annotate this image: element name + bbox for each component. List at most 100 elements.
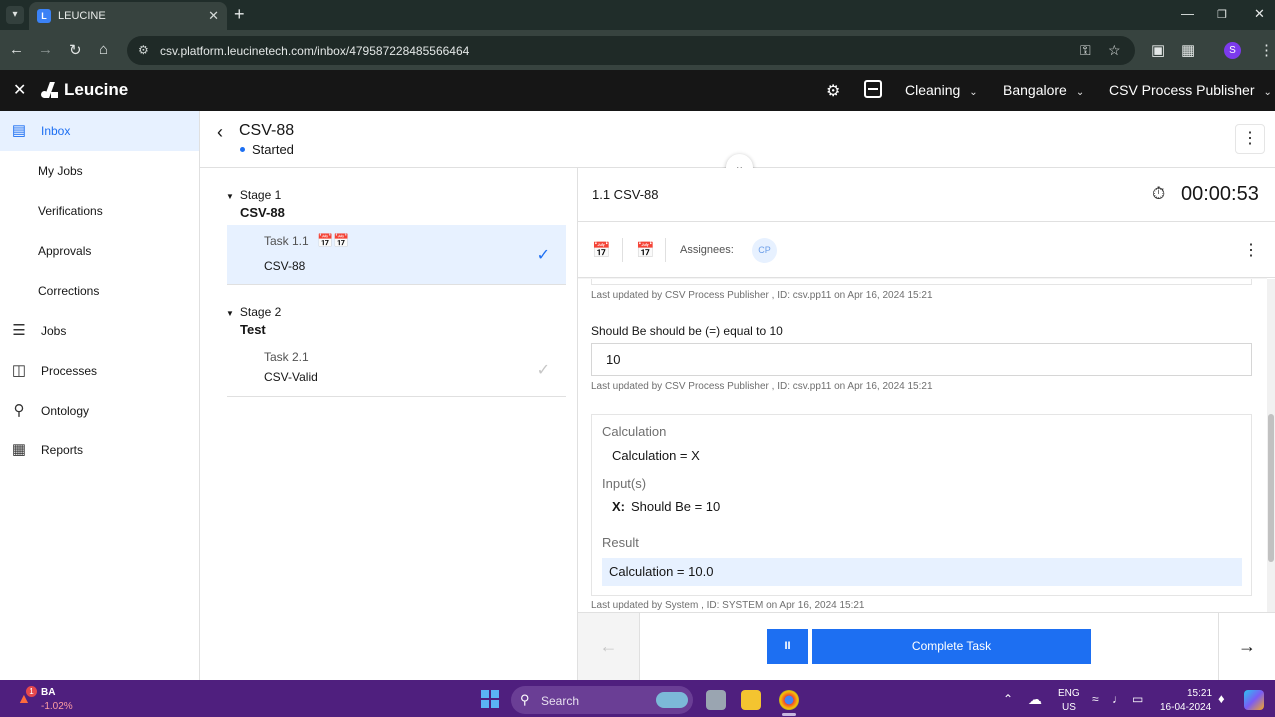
stopwatch-icon: ⏱ bbox=[1152, 184, 1166, 203]
location-dropdown[interactable]: Bangalore ⌄ bbox=[1003, 82, 1084, 98]
sidebar-item-verifications[interactable]: Verifications bbox=[0, 191, 199, 231]
wifi-icon[interactable]: ≈ bbox=[1092, 692, 1099, 706]
home-icon[interactable]: ⌂ bbox=[99, 41, 108, 58]
calculator-icon: ▦ bbox=[11, 441, 27, 458]
task-name: CSV-Valid bbox=[264, 370, 318, 384]
pause-button[interactable]: II bbox=[767, 629, 808, 664]
stage-1[interactable]: ▼ Stage 1 CSV-88 bbox=[226, 188, 285, 220]
task-view-icon[interactable] bbox=[706, 690, 726, 710]
windows-start-icon[interactable] bbox=[481, 690, 499, 708]
task-label: Task 1.1 bbox=[264, 234, 309, 248]
stage-label: Stage 2 bbox=[239, 305, 282, 319]
result-value: Calculation = 10.0 bbox=[602, 558, 1242, 586]
caret-down-icon: ▼ bbox=[226, 309, 234, 318]
task-1-1[interactable]: Task 1.1 📅📅 CSV-88 ✓ bbox=[227, 225, 566, 285]
extensions-icon[interactable]: ▦ bbox=[1181, 41, 1195, 59]
avatar[interactable]: CP bbox=[752, 238, 777, 263]
sidebar: ▤ Inbox My Jobs Verifications Approvals … bbox=[0, 111, 200, 680]
task-2-1[interactable]: Task 2.1 CSV-Valid ✓ bbox=[227, 342, 566, 397]
task-label: Task 2.1 bbox=[264, 350, 309, 364]
scrollbar-thumb[interactable] bbox=[1268, 414, 1274, 562]
role-dropdown[interactable]: CSV Process Publisher ⌄ bbox=[1109, 82, 1272, 98]
site-info-icon[interactable]: ⚙ bbox=[138, 43, 149, 57]
brand-logo: Leucine bbox=[40, 80, 128, 100]
more-options-icon[interactable]: ⋮ bbox=[1243, 240, 1259, 260]
sidebar-item-label: Approvals bbox=[38, 244, 92, 258]
task-timer: 00:00:53 bbox=[1181, 183, 1259, 205]
stock-name[interactable]: BA bbox=[41, 687, 55, 698]
maximize-icon[interactable]: ❐ bbox=[1217, 8, 1227, 21]
sidebar-item-inbox[interactable]: ▤ Inbox bbox=[0, 111, 199, 151]
location-dropdown-label: Bangalore bbox=[1003, 82, 1067, 98]
sidebar-item-ontology[interactable]: ⚲ Ontology bbox=[0, 391, 199, 431]
check-icon: ✓ bbox=[536, 362, 550, 379]
check-icon: ✓ bbox=[536, 247, 550, 264]
bell-icon[interactable]: ♦ bbox=[1218, 691, 1225, 706]
sidebar-item-jobs[interactable]: ☰ Jobs bbox=[0, 311, 199, 351]
facility-dropdown[interactable]: Cleaning ⌄ bbox=[905, 82, 978, 98]
inputs-heading: Input(s) bbox=[602, 476, 647, 491]
sidebar-item-corrections[interactable]: Corrections bbox=[0, 271, 199, 311]
language-primary[interactable]: ENG bbox=[1058, 688, 1080, 699]
chevron-down-icon: ⌄ bbox=[969, 87, 978, 98]
calendar-icon[interactable]: 📅 bbox=[592, 241, 611, 259]
search-highlight-icon[interactable] bbox=[656, 692, 688, 708]
previous-task-button[interactable]: ← bbox=[578, 613, 640, 680]
input-variable: X: bbox=[612, 499, 625, 514]
field-label: Should Be should be (=) equal to 10 bbox=[591, 324, 783, 338]
profile-avatar[interactable]: S bbox=[1224, 42, 1241, 59]
volume-icon[interactable]: ♩ bbox=[1112, 692, 1124, 706]
sidebar-item-reports[interactable]: ▦ Reports bbox=[0, 430, 199, 470]
status-badge: Started bbox=[240, 142, 294, 157]
reload-icon[interactable]: ↻ bbox=[69, 41, 82, 59]
camera-icon[interactable]: ▣ bbox=[1151, 41, 1165, 59]
address-bar[interactable]: ⚙ csv.platform.leucinetech.com/inbox/479… bbox=[127, 36, 1135, 65]
chevron-down-icon: ⌄ bbox=[1263, 87, 1272, 98]
copilot-icon[interactable] bbox=[1244, 690, 1264, 710]
back-icon[interactable]: ← bbox=[9, 41, 24, 58]
sidebar-item-processes[interactable]: ◫ Processes bbox=[0, 351, 199, 391]
status-text: Started bbox=[252, 142, 294, 157]
clock-time[interactable]: 15:21 bbox=[1187, 688, 1212, 699]
stage-2[interactable]: ▼ Stage 2 Test bbox=[226, 305, 281, 337]
new-tab-icon[interactable]: + bbox=[234, 4, 245, 25]
sidebar-item-label: Verifications bbox=[38, 204, 103, 218]
calculation-heading: Calculation bbox=[602, 424, 667, 439]
clipboard-icon: ☰ bbox=[12, 322, 26, 339]
forward-icon[interactable]: → bbox=[38, 41, 53, 58]
cloud-icon[interactable]: ☁ bbox=[1028, 691, 1042, 708]
scan-icon[interactable] bbox=[864, 80, 882, 98]
battery-icon[interactable]: ▭ bbox=[1132, 692, 1143, 706]
close-icon[interactable]: ✕ bbox=[13, 80, 26, 100]
previous-field-box bbox=[591, 279, 1252, 285]
tab-menu-icon[interactable]: ▾ bbox=[6, 6, 24, 24]
role-dropdown-label: CSV Process Publisher bbox=[1109, 82, 1255, 98]
sidebar-item-label: Ontology bbox=[41, 404, 90, 418]
file-explorer-icon[interactable] bbox=[741, 690, 761, 710]
task-name: CSV-88 bbox=[264, 259, 306, 273]
brand-name: Leucine bbox=[64, 80, 129, 99]
divider bbox=[622, 238, 623, 262]
should-be-input[interactable]: 10 bbox=[591, 343, 1252, 376]
calendar-clock-icon[interactable]: 📅 bbox=[636, 241, 655, 259]
more-options-button[interactable]: ⋮ bbox=[1235, 124, 1265, 154]
sidebar-item-my-jobs[interactable]: My Jobs bbox=[0, 151, 199, 191]
browser-tab[interactable]: L LEUCINE ✕ bbox=[29, 2, 227, 30]
close-icon[interactable]: ✕ bbox=[1254, 6, 1265, 22]
more-icon[interactable]: ⋮ bbox=[1259, 41, 1274, 59]
close-icon[interactable]: ✕ bbox=[208, 8, 219, 24]
last-updated-text: Last updated by CSV Process Publisher , … bbox=[591, 290, 933, 301]
minimize-icon[interactable]: — bbox=[1181, 6, 1194, 21]
gear-icon[interactable]: ⚙ bbox=[826, 81, 840, 101]
next-task-button[interactable]: → bbox=[1218, 613, 1275, 680]
key-icon[interactable]: ⚿ bbox=[1080, 42, 1091, 59]
sidebar-item-label: Inbox bbox=[41, 124, 71, 138]
url-text: csv.platform.leucinetech.com/inbox/47958… bbox=[160, 44, 470, 58]
chrome-icon[interactable] bbox=[779, 690, 799, 710]
star-icon[interactable]: ☆ bbox=[1108, 42, 1121, 59]
sidebar-item-approvals[interactable]: Approvals bbox=[0, 231, 199, 271]
complete-task-button[interactable]: Complete Task bbox=[812, 629, 1091, 664]
back-icon[interactable]: ‹ bbox=[217, 122, 223, 143]
calculation-input: X: Should Be = 10 bbox=[612, 499, 720, 514]
chevron-up-icon[interactable]: ⌃ bbox=[1003, 692, 1013, 706]
